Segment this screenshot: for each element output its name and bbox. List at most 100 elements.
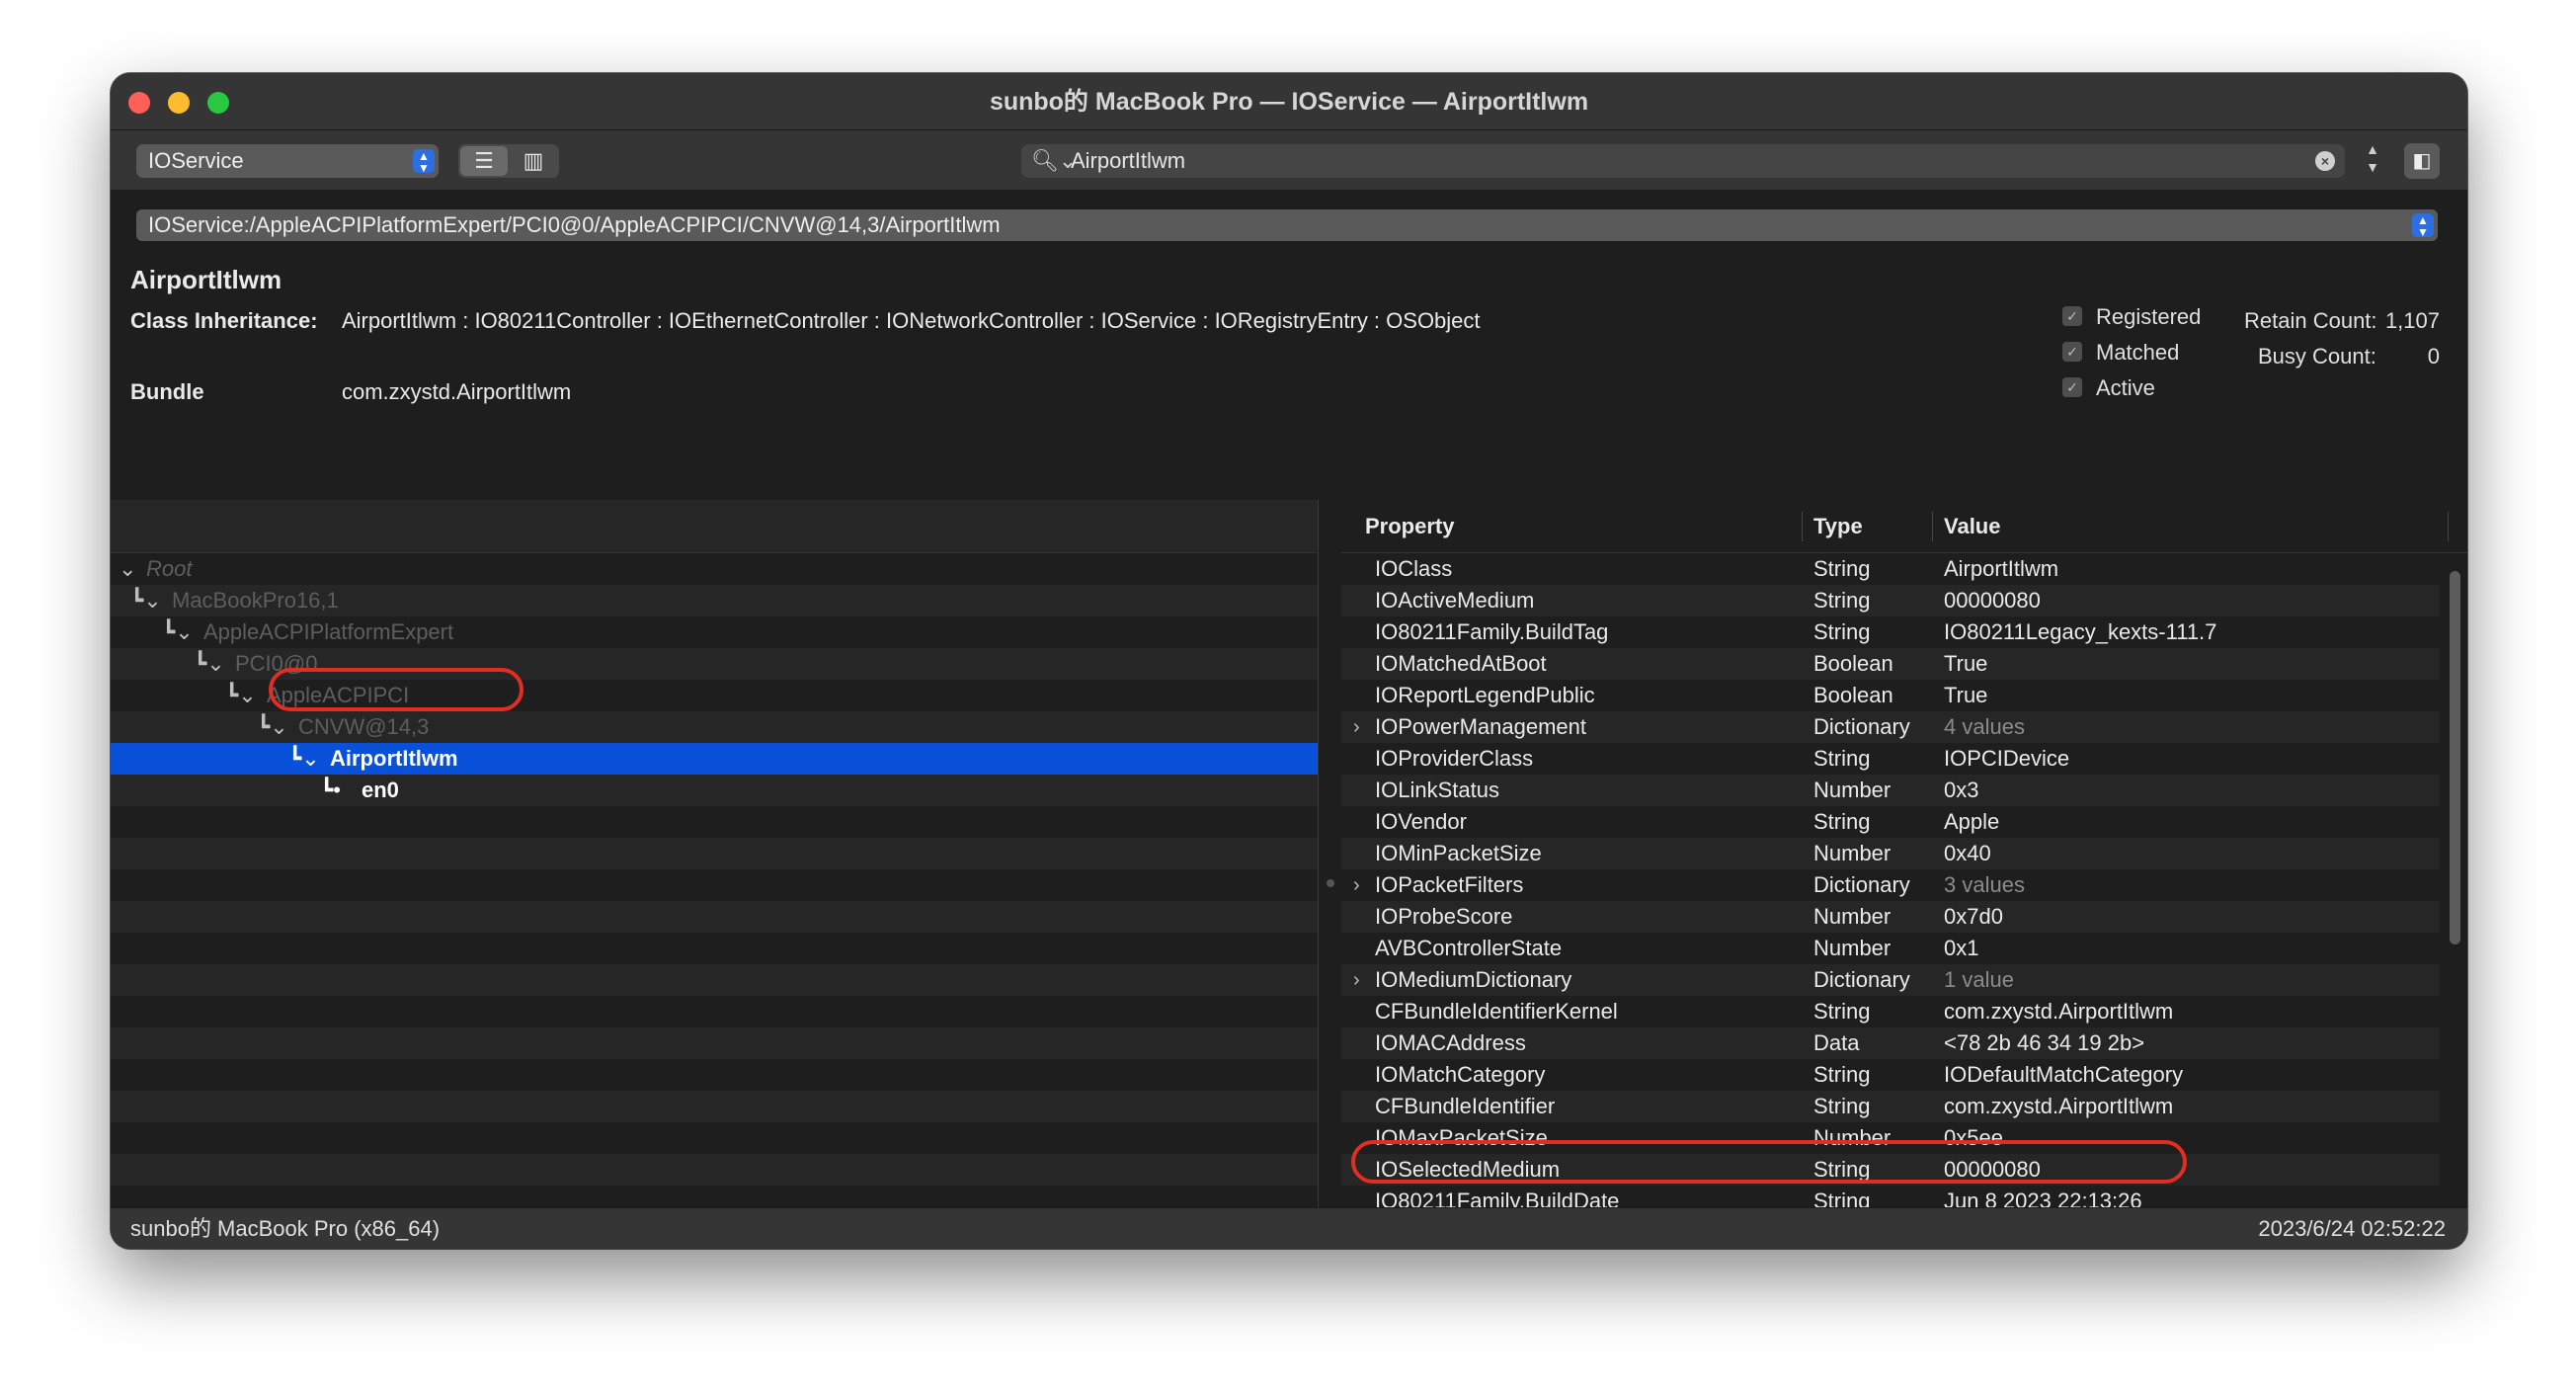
tree-row[interactable] (111, 1154, 1318, 1186)
tree-row[interactable] (111, 1122, 1318, 1154)
splitter-handle-icon (1327, 879, 1334, 887)
tree-node-label: AppleACPIPCI (267, 683, 410, 707)
tree-row[interactable]: ┗⌄ CNVW@14,3 (111, 711, 1318, 743)
matched-label: Matched (2096, 340, 2180, 365)
property-row[interactable]: › IOPacketFilters Dictionary 3 values (1341, 869, 2440, 901)
property-row[interactable]: IOProviderClass String IOPCIDevice (1341, 743, 2440, 775)
property-name: IOMaxPacketSize (1375, 1125, 1548, 1150)
property-row[interactable]: CFBundleIdentifierKernel String com.zxystd… (1341, 996, 2440, 1027)
chevron-right-icon[interactable]: › (1353, 869, 1360, 901)
tree-connector-icon[interactable]: ┗⌄ (225, 680, 257, 711)
property-name: IOSelectedMedium (1375, 1157, 1561, 1182)
tree-row[interactable]: ┗⌄ AppleACPIPlatformExpert (111, 616, 1318, 648)
tree-row[interactable] (111, 996, 1318, 1027)
property-row[interactable]: IOMatchCategory String IODefaultMatchCateg… (1341, 1059, 2440, 1091)
tree-row[interactable] (111, 806, 1318, 838)
property-row[interactable]: IOProbeScore Number 0x7d0 (1341, 901, 2440, 933)
search-navigation-stepper[interactable]: ▲ ▼ (2363, 140, 2382, 180)
tree-row[interactable] (111, 901, 1318, 933)
column-view-button[interactable]: ▥ (510, 146, 557, 176)
tree-connector-icon[interactable]: ┗⌄ (288, 743, 320, 775)
property-row[interactable]: AVBControllerState Number 0x1 (1341, 933, 2440, 964)
tree-row[interactable] (111, 1027, 1318, 1059)
tree-row[interactable]: ┗⌄ MacBookPro16,1 (111, 585, 1318, 616)
tree-row[interactable]: ┗⌄ AppleACPIPCI (111, 680, 1318, 711)
property-row[interactable]: IOReportLegendPublic Boolean True (1341, 680, 2440, 711)
tree-row[interactable]: ┗⌄ AirportItlwm (111, 743, 1318, 775)
property-value: IO80211Legacy_kexts-111.7 (1944, 619, 2217, 644)
tree-row[interactable] (111, 933, 1318, 964)
property-row[interactable]: IOMinPacketSize Number 0x40 (1341, 838, 2440, 869)
column-header-property[interactable]: Property (1365, 500, 1454, 553)
tree-connector-icon[interactable]: ┗⌄ (162, 616, 194, 648)
properties-scrollbar[interactable] (2444, 559, 2465, 1207)
property-row[interactable]: IOMatchedAtBoot Boolean True (1341, 648, 2440, 680)
property-type: Data (1813, 1030, 1860, 1055)
tree-row[interactable] (111, 1091, 1318, 1122)
ioreg-window: sunbo的 MacBook Pro — IOService — Airport… (111, 73, 2467, 1249)
tree-connector-icon[interactable]: ┗⌄ (194, 648, 225, 680)
property-row[interactable]: IOLinkStatus Number 0x3 (1341, 775, 2440, 806)
property-value: True (1944, 683, 1988, 707)
property-row[interactable]: IOMACAddress Data <78 2b 46 34 19 2b> (1341, 1027, 2440, 1059)
column-divider[interactable] (2448, 512, 2449, 541)
tree-row[interactable] (111, 1186, 1318, 1207)
tree-row[interactable] (111, 964, 1318, 996)
property-value: 0x3 (1944, 778, 1979, 802)
property-row[interactable]: IO80211Family.BuildTag String IO80211Legac… (1341, 616, 2440, 648)
property-row[interactable]: IOVendor String Apple (1341, 806, 2440, 838)
tree-connector-icon: ┗• (320, 778, 341, 802)
property-name: CFBundleIdentifierKernel (1375, 999, 1618, 1024)
property-value: com.zxystd.AirportItlwm (1944, 999, 2174, 1024)
tree-row[interactable] (111, 869, 1318, 901)
property-value: IOPCIDevice (1944, 746, 2070, 771)
search-input[interactable]: AirportItlwm (1071, 144, 1185, 178)
pane-splitter[interactable] (1318, 500, 1341, 1207)
sidebar-icon[interactable]: ◧ (2404, 143, 2440, 179)
tree-row[interactable]: ┗• en0 (111, 775, 1318, 806)
property-row[interactable]: › IOPowerManagement Dictionary 4 values (1341, 711, 2440, 743)
chevron-right-icon[interactable]: › (1353, 964, 1360, 996)
property-value: <78 2b 46 34 19 2b> (1944, 1030, 2145, 1055)
property-type: String (1813, 999, 1871, 1024)
column-header-type[interactable]: Type (1813, 500, 1863, 553)
tree-node-label: PCI0@0 (235, 651, 318, 676)
tree-connector-icon[interactable]: ┗⌄ (257, 711, 288, 743)
column-divider[interactable] (1802, 512, 1803, 541)
tree-row[interactable]: ┗⌄ PCI0@0 (111, 648, 1318, 680)
tree-connector-icon[interactable]: ┗⌄ (130, 585, 162, 616)
clear-search-icon[interactable]: × (2315, 151, 2335, 171)
search-field[interactable]: 🔍︎⌄ AirportItlwm × (1021, 144, 2345, 178)
property-row[interactable]: IOClass String AirportItlwm (1341, 553, 2440, 585)
machine-info: sunbo的 MacBook Pro (x86_64) (130, 1216, 441, 1241)
tree-node-label: CNVW@14,3 (298, 714, 430, 739)
list-view-button[interactable]: ☰ (460, 146, 508, 176)
chevron-down-icon[interactable]: ⌄ (119, 553, 136, 585)
tree-row[interactable] (111, 1059, 1318, 1091)
class-inheritance-value: AirportItlwm : IO80211Controller : IOEth… (342, 308, 1481, 333)
tree-node-label: MacBookPro16,1 (172, 588, 339, 613)
property-value: 0x7d0 (1944, 904, 2003, 929)
property-value: 3 values (1944, 872, 2025, 897)
column-divider[interactable] (1932, 512, 1933, 541)
registered-checkbox: ✓ Registered (2062, 302, 2201, 332)
property-row[interactable]: IOMaxPacketSize Number 0x5ee (1341, 1122, 2440, 1154)
path-popup[interactable]: IOService:/AppleACPIPlatformExpert/PCI0@… (136, 209, 2438, 241)
property-name: IO80211Family.BuildDate (1375, 1189, 1620, 1207)
tree-row[interactable] (111, 838, 1318, 869)
property-row[interactable]: CFBundleIdentifier String com.zxystd.Airpo… (1341, 1091, 2440, 1122)
property-row[interactable]: IO80211Family.BuildDate String Jun 8 2023 … (1341, 1186, 2440, 1207)
property-row[interactable]: IOSelectedMedium String 00000080 (1341, 1154, 2440, 1186)
property-value: 00000080 (1944, 1157, 2041, 1182)
property-row[interactable]: IOActiveMedium String 00000080 (1341, 585, 2440, 616)
list-icon: ☰ (474, 148, 494, 173)
property-value: True (1944, 651, 1988, 676)
column-header-value[interactable]: Value (1944, 500, 2000, 553)
chevron-right-icon[interactable]: › (1353, 711, 1360, 743)
plane-popup[interactable]: IOService ▲ ▼ (136, 144, 439, 178)
property-row[interactable]: › IOMediumDictionary Dictionary 1 value (1341, 964, 2440, 996)
class-inheritance-label: Class Inheritance: (130, 308, 318, 333)
scroll-thumb[interactable] (2450, 571, 2460, 944)
property-type: String (1813, 556, 1871, 581)
tree-row[interactable]: ⌄ Root (111, 553, 1318, 585)
